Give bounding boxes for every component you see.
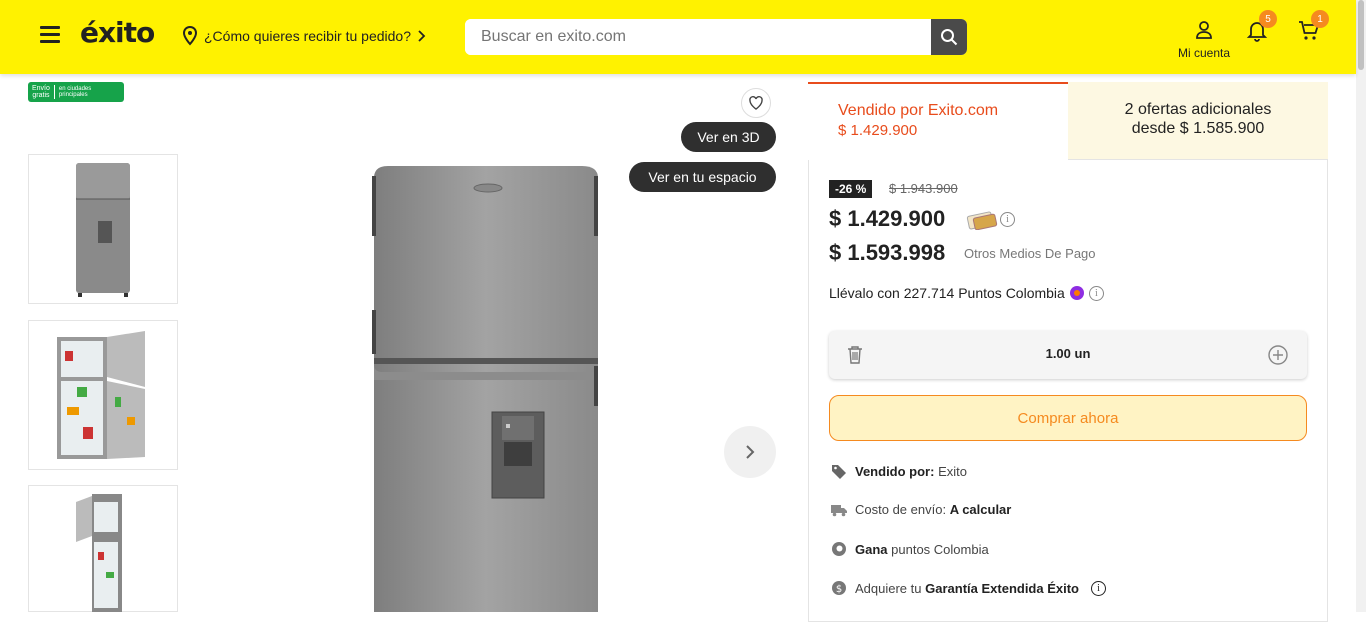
exito-logo[interactable]: éxito <box>80 16 155 49</box>
view-in-space-button[interactable]: Ver en tu espacio <box>629 162 776 192</box>
card-price-info-icon[interactable]: i <box>1000 212 1015 227</box>
search-icon <box>941 29 958 46</box>
wishlist-button[interactable] <box>741 88 771 118</box>
dollar-circle-icon: $ <box>832 581 846 595</box>
additional-offers-from: desde $ 1.585.900 <box>1131 120 1265 137</box>
location-pin-icon <box>182 26 198 46</box>
search-input[interactable] <box>465 19 931 55</box>
user-icon <box>1196 21 1212 39</box>
puntos-info-icon[interactable]: i <box>1088 285 1104 301</box>
thumbnail-2[interactable] <box>28 320 178 470</box>
tag-icon <box>832 465 846 479</box>
thumbnail-3[interactable] <box>28 485 178 612</box>
other-payment-price: $ 1.593.998 <box>829 240 946 265</box>
refrigerator-main-image <box>372 166 598 612</box>
discount-badge: -26 % <box>829 180 873 198</box>
search-bar <box>465 19 967 55</box>
puntos-colombia-icon <box>832 542 846 556</box>
chevron-right-icon <box>418 30 426 42</box>
seller-info: Vendido por: Exito <box>831 463 967 479</box>
cart-count-badge: 1 <box>1311 10 1329 28</box>
other-payment-label: Otros Medios De Pago <box>964 246 1096 261</box>
additional-offers-count: 2 ofertas adicionales <box>1124 101 1272 118</box>
puntos-colombia-row: Llévalo con 227.714 Puntos Colombia i <box>829 285 1104 301</box>
refrigerator-side-open-image <box>76 494 122 612</box>
buy-now-button[interactable]: Comprar ahora <box>829 395 1307 441</box>
svg-text:$: $ <box>836 584 842 595</box>
cart-button[interactable]: 1 <box>1297 10 1329 46</box>
notifications-button[interactable]: 5 <box>1245 10 1277 46</box>
top-header: éxito ¿Cómo quieres recibir tu pedido? M… <box>0 0 1356 74</box>
chevron-right-icon <box>746 445 755 459</box>
extended-warranty-info[interactable]: $ Adquiere tu Garantía Extendida Éxito i <box>831 580 1106 596</box>
puntos-colombia-icon <box>1069 286 1084 300</box>
tab-sold-by-exito[interactable]: Vendido por Exito.com $ 1.429.900 <box>808 82 1068 160</box>
sold-by-tab-price: $ 1.429.900 <box>838 122 918 139</box>
account-label: Mi cuenta <box>1177 46 1231 60</box>
old-price: $ 1.943.900 <box>889 181 958 196</box>
gallery-next-button[interactable] <box>724 426 776 478</box>
quantity-value: 1.00 un <box>1045 346 1091 361</box>
sold-by-tab-label: Vendido por Exito.com <box>838 102 999 119</box>
free-shipping-badge: Envío gratis en ciudades principales <box>28 82 124 102</box>
warranty-info-icon[interactable]: i <box>1091 580 1106 596</box>
refrigerator-front-image <box>76 163 130 297</box>
location-prompt: ¿Cómo quieres recibir tu pedido? <box>204 28 411 44</box>
truck-icon <box>831 504 847 516</box>
view-3d-button[interactable]: Ver en 3D <box>681 122 776 152</box>
main-product-image[interactable] <box>368 160 608 616</box>
heart-icon <box>749 95 763 110</box>
card-price: $ 1.429.900 <box>829 206 946 231</box>
quantity-selector: 1.00 un <box>829 331 1307 379</box>
puntos-text: Llévalo con 227.714 Puntos Colombia <box>829 285 1065 301</box>
thumbnail-1[interactable] <box>28 154 178 304</box>
page-scrollbar[interactable] <box>1356 0 1366 612</box>
refrigerator-open-doors-image <box>57 331 145 459</box>
plus-circle-icon[interactable] <box>1267 344 1289 366</box>
notifications-count-badge: 5 <box>1259 10 1277 28</box>
exito-card-icon: i <box>966 210 1015 234</box>
delivery-location-selector[interactable]: ¿Cómo quieres recibir tu pedido? <box>182 26 427 46</box>
shipping-cost-info: Costo de envío: A calcular <box>831 502 1011 517</box>
account-button[interactable]: Mi cuenta <box>1170 20 1238 60</box>
search-button[interactable] <box>931 19 967 55</box>
menu-icon[interactable] <box>40 26 60 44</box>
tab-additional-offers[interactable]: 2 ofertas adicionales desde $ 1.585.900 <box>1068 82 1328 160</box>
earn-points-info: Gana puntos Colombia <box>831 541 989 557</box>
